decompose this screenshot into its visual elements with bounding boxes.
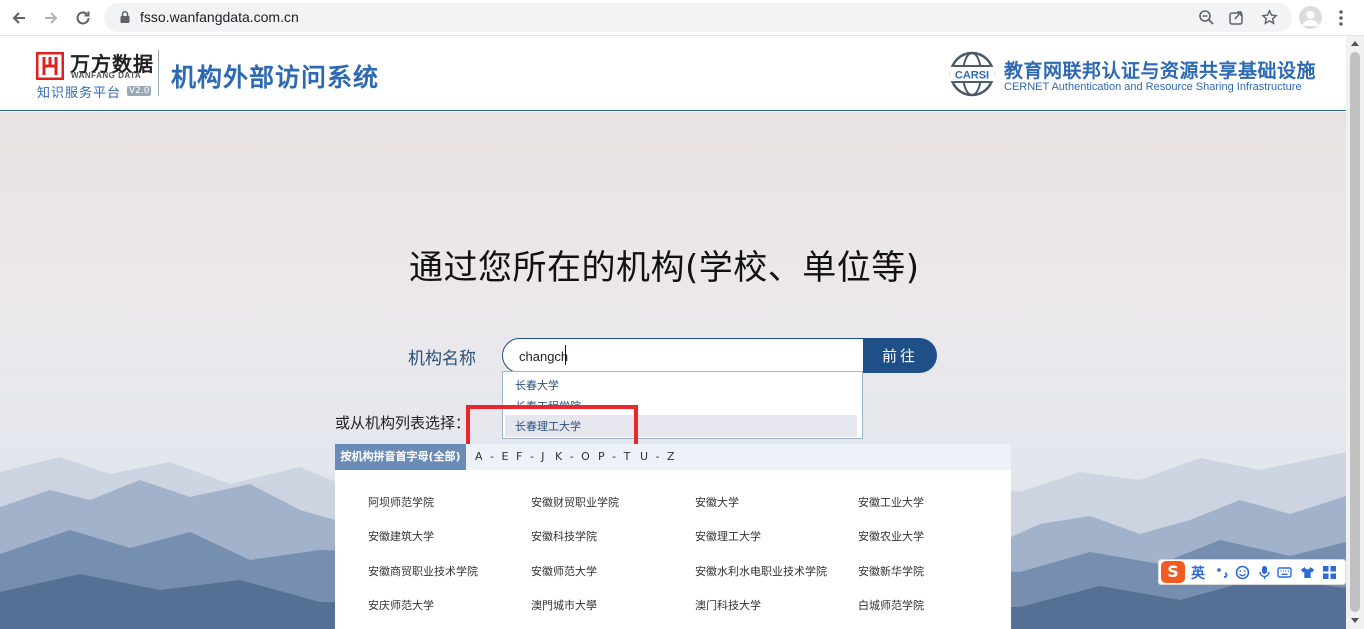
institution-link[interactable]: 澳門城市大學	[531, 597, 597, 613]
tab-p-t[interactable]: P - T	[598, 444, 632, 470]
keyboard-icon[interactable]	[1277, 565, 1292, 580]
carsi-logo-text: CARSI	[955, 70, 989, 82]
tab-all[interactable]: 按机构拼音首字母(全部)	[335, 444, 466, 470]
microphone-icon[interactable]	[1257, 565, 1272, 580]
scroll-thumb[interactable]	[1350, 52, 1360, 612]
carsi-logo-icon: CARSI	[949, 51, 995, 97]
scroll-down-arrow-icon[interactable]	[1351, 618, 1359, 623]
skin-shirt-icon[interactable]	[1300, 565, 1315, 580]
institution-link[interactable]: 安徽商贸职业技术学院	[368, 563, 478, 579]
letter-tab-bar: 按机构拼音首字母(全部) A - E F - J K - O P - T U -…	[335, 444, 1011, 470]
sogou-logo-icon[interactable]: S	[1161, 561, 1185, 583]
wanfang-logo-icon	[36, 52, 64, 80]
logo-version-badge: V2.0	[127, 86, 152, 96]
institution-link[interactable]: 安徽工业大学	[858, 494, 924, 510]
institution-link[interactable]: 安徽农业大学	[858, 528, 924, 544]
reload-button[interactable]	[72, 7, 94, 29]
share-icon[interactable]	[1228, 9, 1245, 26]
institution-search-input[interactable]	[519, 346, 849, 366]
main-background: 通过您所在的机构(学校、单位等) 机构名称 前往 长春大学 长春工程学院 长春理…	[0, 112, 1346, 629]
bookmark-star-icon[interactable]	[1261, 9, 1278, 26]
tab-a-e[interactable]: A - E	[475, 444, 510, 470]
institution-link[interactable]: 安徽理工大学	[695, 528, 761, 544]
suggestion-item[interactable]: 长春大学	[515, 377, 559, 393]
institution-search-box[interactable]	[502, 338, 864, 373]
institution-link[interactable]: 安徽师范大学	[531, 563, 597, 579]
reload-icon	[76, 11, 90, 25]
address-bar[interactable]: fsso.wanfangdata.com.cn	[104, 3, 1292, 32]
tab-f-j[interactable]: F - J	[516, 444, 547, 470]
suggestion-dropdown: 长春大学 长春工程学院 长春理工大学	[502, 371, 863, 439]
institution-link[interactable]: 安庆师范大学	[368, 597, 434, 613]
ime-language-toggle[interactable]: 英	[1191, 563, 1205, 583]
page-scrollbar[interactable]	[1346, 36, 1364, 629]
institution-link[interactable]: 阿坝师范学院	[368, 494, 434, 510]
institution-link[interactable]: 安徽建筑大学	[368, 528, 434, 544]
punctuation-icon[interactable]	[1215, 565, 1230, 580]
institution-link[interactable]: 安徽大学	[695, 494, 739, 510]
arrow-right-icon	[45, 12, 58, 24]
institution-link[interactable]: 安徽科技学院	[531, 528, 597, 544]
back-button[interactable]	[8, 7, 30, 29]
scroll-up-arrow-icon[interactable]	[1351, 41, 1359, 46]
more-vert-icon[interactable]	[1336, 8, 1346, 28]
institution-link[interactable]: 安徽水利水电职业技术学院	[695, 563, 827, 579]
carsi-title-en: CERNET Authentication and Resource Shari…	[1004, 81, 1302, 93]
forward-button[interactable]	[40, 7, 62, 29]
tab-k-o[interactable]: K - O	[555, 444, 592, 470]
tab-u-z[interactable]: U - Z	[640, 444, 677, 470]
institution-name-label: 机构名称	[408, 349, 476, 369]
toolbox-grid-icon[interactable]	[1322, 565, 1337, 580]
url-text[interactable]: fsso.wanfangdata.com.cn	[140, 9, 299, 25]
suggestion-item[interactable]: 长春工程学院	[515, 398, 581, 407]
browser-toolbar: fsso.wanfangdata.com.cn	[0, 0, 1364, 36]
page-headline: 通过您所在的机构(学校、单位等)	[409, 248, 920, 288]
lock-icon	[120, 11, 130, 23]
suggestion-item-highlighted[interactable]: 长春理工大学	[505, 415, 857, 437]
header-divider	[158, 50, 159, 96]
system-title: 机构外部访问系统	[171, 63, 380, 92]
go-button[interactable]: 前往	[863, 338, 937, 373]
text-caret	[565, 345, 566, 365]
institution-link[interactable]: 安徽财贸职业学院	[531, 494, 619, 510]
emoji-icon[interactable]	[1235, 565, 1250, 580]
profile-avatar[interactable]	[1299, 6, 1322, 29]
institution-link[interactable]: 白城师范学院	[858, 597, 924, 613]
logo-subtitle: 知识服务平台	[37, 86, 122, 101]
carsi-title-cn: 教育网联邦认证与资源共享基础设施	[1004, 60, 1317, 82]
logo-brand-en: WANFANG DATA	[71, 71, 142, 80]
institution-link[interactable]: 安徽新华学院	[858, 563, 924, 579]
ime-toolbar: S 英	[1158, 559, 1346, 585]
user-icon	[1302, 11, 1319, 26]
arrow-left-icon	[12, 12, 25, 24]
institution-list-panel: 按机构拼音首字母(全部) A - E F - J K - O P - T U -…	[335, 444, 1011, 629]
zoom-icon[interactable]	[1198, 9, 1215, 26]
or-select-label: 或从机构列表选择：	[335, 414, 471, 432]
site-header: 万方数据 WANFANG DATA 知识服务平台 V2.0 机构外部访问系统 C…	[0, 36, 1346, 111]
institution-link[interactable]: 澳门科技大学	[695, 597, 761, 613]
